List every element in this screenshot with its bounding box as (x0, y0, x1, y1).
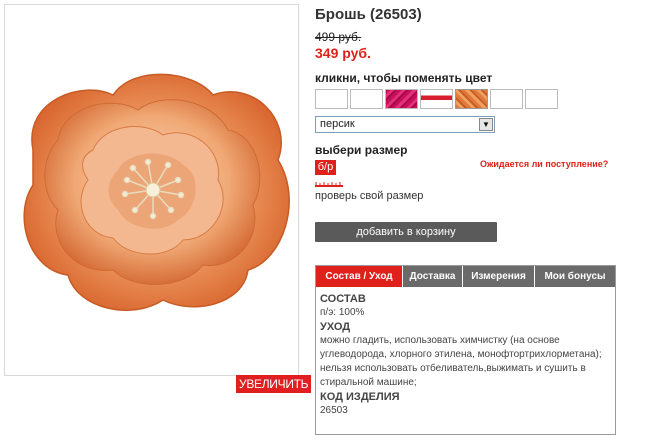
tab-my-bonuses[interactable]: Мои бонусы (535, 266, 615, 287)
color-select-value: персик (320, 118, 355, 130)
size-option-button[interactable]: б/р (315, 160, 336, 175)
product-image[interactable] (4, 4, 299, 376)
tab-measurements[interactable]: Измерения (463, 266, 534, 287)
tab-content: СОСТАВ п/э: 100% УХОД можно гладить, исп… (320, 292, 610, 418)
zoom-button[interactable]: УВЕЛИЧИТЬ (236, 375, 312, 393)
old-price: 499 руб. (315, 30, 362, 44)
composition-value: п/э: 100% (320, 307, 365, 318)
care-heading: УХОД (320, 321, 351, 333)
add-to-cart-button[interactable]: добавить в корзину (315, 222, 497, 242)
ruler-icon[interactable] (315, 182, 343, 188)
product-code-heading: КОД ИЗДЕЛИЯ (320, 391, 400, 403)
color-swatches (315, 89, 558, 109)
care-text: можно гладить, использовать химчистку (н… (320, 335, 602, 388)
product-code-value: 26503 (320, 405, 348, 416)
details-tabs: Состав / Уход Доставка Измерения Мои бон… (316, 266, 615, 287)
chevron-down-icon[interactable]: ▼ (479, 118, 493, 131)
color-select[interactable]: персик ▼ (315, 116, 495, 133)
color-label: кликни, чтобы поменять цвет (315, 71, 493, 85)
color-swatch-red-white[interactable] (420, 89, 453, 109)
check-size-link[interactable]: проверь свой размер (315, 190, 423, 202)
color-swatch-2[interactable] (350, 89, 383, 109)
color-swatch-magenta[interactable] (385, 89, 418, 109)
color-swatch-6[interactable] (490, 89, 523, 109)
color-swatch-1[interactable] (315, 89, 348, 109)
details-panel: Состав / Уход Доставка Измерения Мои бон… (315, 265, 616, 435)
color-swatch-7[interactable] (525, 89, 558, 109)
flower-brooch-image (23, 73, 290, 311)
new-price: 349 руб. (315, 45, 371, 61)
size-label: выбери размер (315, 143, 408, 157)
availability-link[interactable]: Ожидается ли поступление? (480, 159, 608, 169)
tab-composition-care[interactable]: Состав / Уход (316, 266, 402, 287)
color-swatch-orange[interactable] (455, 89, 488, 109)
product-title: Брошь (26503) (315, 6, 422, 23)
composition-heading: СОСТАВ (320, 293, 366, 305)
tab-delivery[interactable]: Доставка (403, 266, 462, 287)
